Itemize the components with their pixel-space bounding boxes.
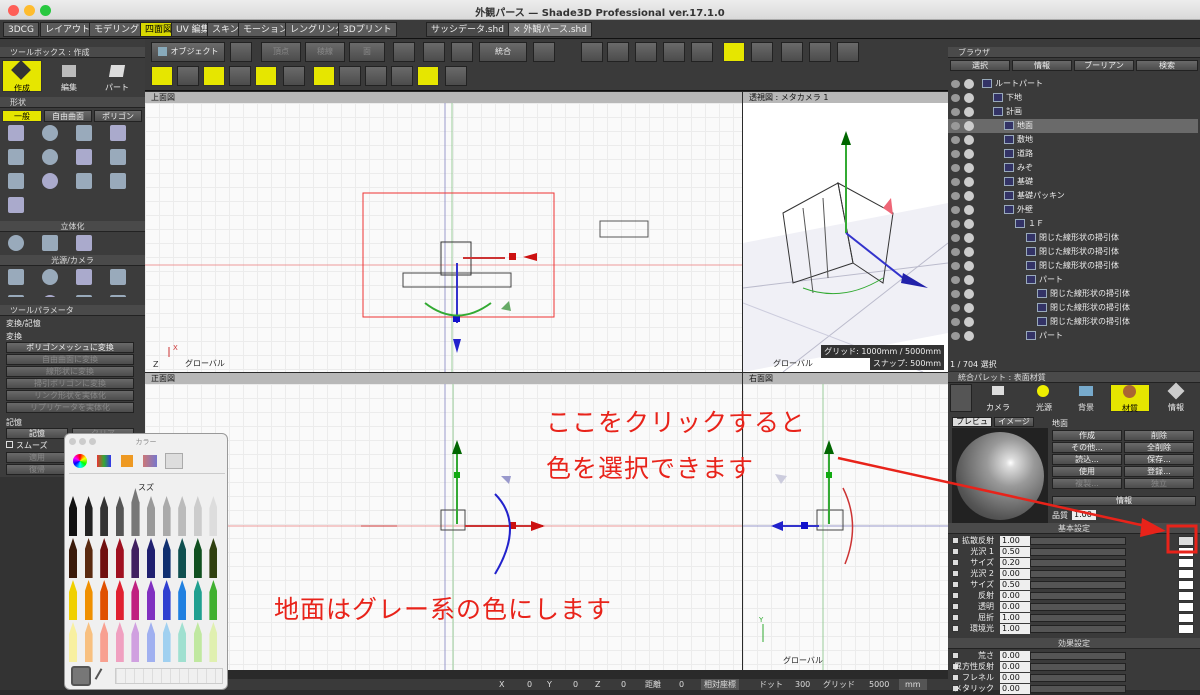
annotation-arrow — [837, 456, 1198, 554]
